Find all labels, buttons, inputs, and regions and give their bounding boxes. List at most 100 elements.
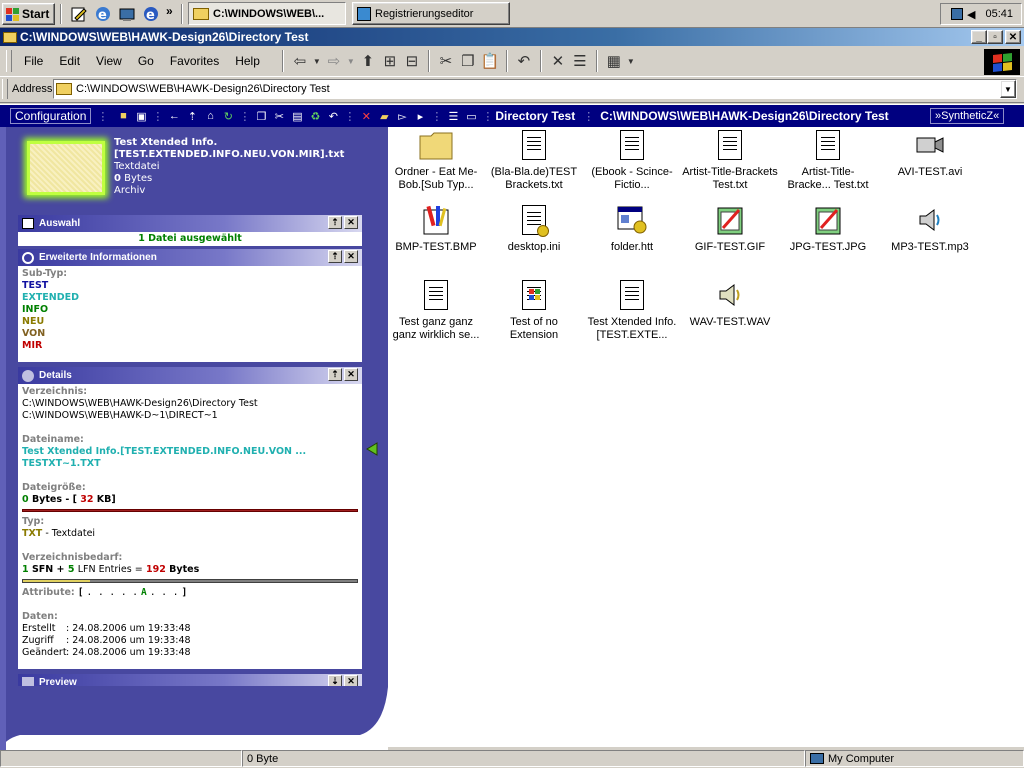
paste-icon[interactable]: ▤: [290, 109, 304, 123]
file-item[interactable]: (Bla-Bla.de)TEST Brackets.txt: [486, 127, 582, 192]
properties-icon[interactable]: ☰: [446, 109, 460, 123]
menu-file[interactable]: File: [16, 54, 51, 68]
file-item[interactable]: GIF-TEST.GIF: [682, 202, 778, 254]
disconnect-drive-icon[interactable]: ⊟: [401, 50, 423, 72]
file-item[interactable]: Artist-Title-Bracke... Test.txt: [780, 127, 876, 192]
section-header-erweitert[interactable]: Erweiterte Informationen ⇡ ✕: [18, 249, 362, 266]
expand-icon[interactable]: ⇣: [328, 675, 342, 686]
properties-icon[interactable]: ☰: [569, 50, 591, 72]
section-header-preview[interactable]: Preview ⇣ ✕: [18, 674, 362, 686]
file-item[interactable]: Test ganz ganz ganz wirklich se...: [388, 277, 484, 342]
svg-text:e: e: [146, 8, 155, 23]
folder-path-label: C:\WINDOWS\WEB\HAWK-Design26\Directory T…: [600, 109, 889, 123]
file-item[interactable]: desktop.ini: [486, 202, 582, 254]
syntheticz-button[interactable]: »SyntheticZ«: [930, 108, 1005, 124]
forward-icon[interactable]: ⇨: [323, 50, 345, 72]
paste-icon[interactable]: 📋: [479, 50, 501, 72]
file-item[interactable]: MP3-TEST.mp3: [882, 202, 978, 254]
up-folder-icon[interactable]: ⬆: [357, 50, 379, 72]
up-icon[interactable]: ⇡: [185, 109, 199, 123]
back-arrow-icon[interactable]: ←: [167, 109, 181, 123]
details-body: Verzeichnis: C:\WINDOWS\WEB\HAWK-Design2…: [18, 384, 362, 669]
file-item[interactable]: Test Xtended Info.[TEST.EXTE...: [584, 277, 680, 342]
close-icon[interactable]: ✕: [344, 216, 358, 229]
delete-icon[interactable]: ✕: [547, 50, 569, 72]
menu-view[interactable]: View: [88, 54, 130, 68]
select-icon[interactable]: ▻: [395, 109, 409, 123]
forward-dropdown-icon[interactable]: ▼: [345, 50, 357, 72]
task-button-explorer[interactable]: C:\WINDOWS\WEB\...: [188, 2, 346, 25]
file-item[interactable]: AVI-TEST.avi: [882, 127, 978, 179]
close-button[interactable]: ✕: [1005, 30, 1021, 44]
file-name: folder.htt: [610, 241, 654, 253]
collapse-panel-icon[interactable]: [365, 442, 379, 456]
file-name: WAV-TEST.WAV: [689, 316, 771, 328]
menu-help[interactable]: Help: [227, 54, 268, 68]
back-icon[interactable]: ⇦: [289, 50, 311, 72]
volume-icon[interactable]: ◀: [967, 8, 975, 21]
web-view-icon[interactable]: ▣: [134, 109, 148, 123]
address-input[interactable]: C:\WINDOWS\WEB\HAWK-Design26\Directory T…: [53, 79, 1017, 99]
outlook-express-icon[interactable]: e: [142, 5, 160, 23]
folder-icon[interactable]: ■: [116, 109, 130, 123]
menu-favorites[interactable]: Favorites: [162, 54, 227, 68]
menu-edit[interactable]: Edit: [51, 54, 88, 68]
file-item[interactable]: (Ebook - Scince-Fictio...: [584, 127, 680, 192]
internet-explorer-icon[interactable]: e: [94, 5, 112, 23]
file-item[interactable]: WAV-TEST.WAV: [682, 277, 778, 329]
collapse-icon[interactable]: ⇡: [328, 368, 342, 381]
refresh-icon[interactable]: ↻: [221, 109, 235, 123]
network-icon[interactable]: [951, 8, 963, 20]
back-dropdown-icon[interactable]: ▼: [311, 50, 323, 72]
quicklaunch-more-icon[interactable]: »: [166, 4, 173, 18]
file-item[interactable]: Ordner - Eat Me-Bob.[Sub Typ...: [388, 127, 484, 192]
menu-go[interactable]: Go: [130, 54, 162, 68]
audio-file-icon: [913, 202, 947, 238]
file-item[interactable]: Test of no Extension: [486, 277, 582, 342]
clock[interactable]: 05:41: [985, 8, 1013, 20]
address-dropdown-icon[interactable]: ▼: [1000, 80, 1016, 98]
undo-icon[interactable]: ↶: [513, 50, 535, 72]
file-item[interactable]: folder.htt: [584, 202, 680, 254]
cut-icon[interactable]: ✂: [272, 109, 286, 123]
delete-icon[interactable]: ✕: [359, 109, 373, 123]
minimize-button[interactable]: _: [971, 30, 987, 44]
copy-icon[interactable]: ❐: [457, 50, 479, 72]
file-item[interactable]: JPG-TEST.JPG: [780, 202, 876, 254]
show-desktop-icon[interactable]: [118, 5, 136, 23]
task-button-regedit[interactable]: Registrierungseditor: [352, 2, 510, 25]
configuration-button[interactable]: Configuration: [10, 108, 92, 124]
home-icon[interactable]: ⌂: [203, 109, 217, 123]
undo-icon[interactable]: ↶: [326, 109, 340, 123]
file-item[interactable]: BMP-TEST.BMP: [388, 202, 484, 254]
map-drive-icon[interactable]: ⊞: [379, 50, 401, 72]
start-button[interactable]: Start: [2, 3, 55, 25]
collapse-icon[interactable]: ⇡: [328, 250, 342, 263]
views-icon[interactable]: ▦: [603, 50, 625, 72]
find-icon[interactable]: ▸: [413, 109, 427, 123]
section-title: Details: [39, 370, 72, 381]
close-icon[interactable]: ✕: [344, 250, 358, 263]
close-icon[interactable]: ✕: [344, 368, 358, 381]
recycle-icon[interactable]: ♻: [308, 109, 322, 123]
section-title: Preview: [39, 677, 77, 686]
dirneed-bar: [22, 579, 358, 583]
cut-icon[interactable]: ✂: [435, 50, 457, 72]
views-dropdown-icon[interactable]: ▼: [625, 50, 637, 72]
new-folder-icon[interactable]: ▰: [377, 109, 391, 123]
close-icon[interactable]: ✕: [344, 675, 358, 686]
text-file-icon: [713, 127, 747, 163]
file-thumbnail: [27, 141, 105, 195]
file-name: Ordner - Eat Me-Bob.[Sub Typ...: [394, 166, 478, 191]
window-titlebar[interactable]: C:\WINDOWS\WEB\HAWK-Design26\Directory T…: [0, 28, 1024, 46]
view-icon[interactable]: ▭: [464, 109, 478, 123]
section-header-details[interactable]: Details ⇡ ✕: [18, 367, 362, 384]
file-item[interactable]: Artist-Title-Brackets Test.txt: [682, 127, 778, 192]
subtype-item: EXTENDED: [22, 292, 79, 303]
text-file-icon: [811, 127, 845, 163]
maximize-button[interactable]: ▫: [987, 30, 1003, 44]
quicklaunch-edit-icon[interactable]: [70, 5, 88, 23]
copy-icon[interactable]: ❐: [254, 109, 268, 123]
section-header-auswahl[interactable]: Auswahl ⇡ ✕: [18, 215, 362, 232]
collapse-icon[interactable]: ⇡: [328, 216, 342, 229]
